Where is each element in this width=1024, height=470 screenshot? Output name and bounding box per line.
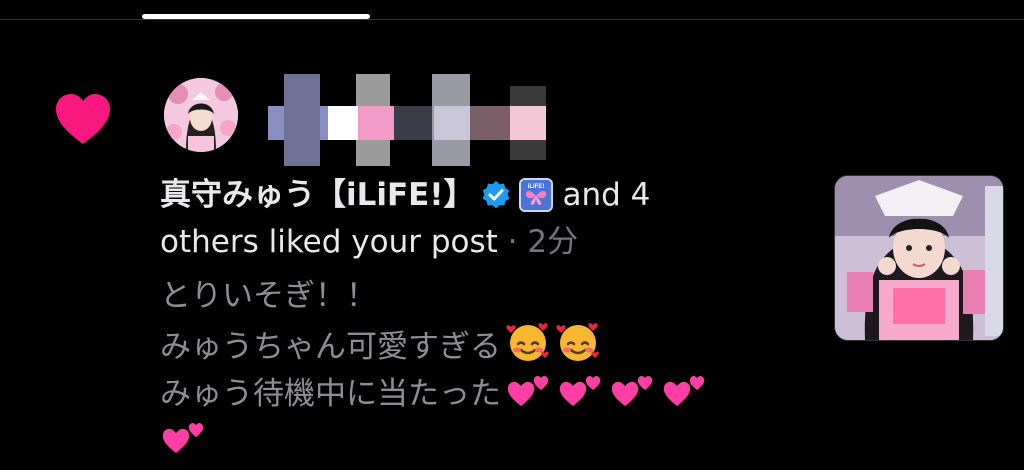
post-line-2: みゅうちゃん可愛すぎる [160, 319, 810, 370]
liked-post-text: others liked your post [160, 224, 498, 260]
heart-icon [56, 94, 110, 144]
like-notification[interactable]: 真守みゅう【iLiFE!】 iLiFE! and 4 others liked … [0, 22, 1024, 470]
liker-name[interactable]: 真守みゅう【iLiFE!】 [160, 172, 475, 218]
scroll-thumb[interactable] [142, 14, 370, 19]
notification-text: 真守みゅう【iLiFE!】 iLiFE! and 4 others liked … [160, 172, 810, 464]
post-line-3-text: みゅう待機中に当たった [160, 376, 501, 412]
post-line-1-text: とりいそぎ！！ [160, 278, 377, 314]
affiliate-badge-icon: iLiFE! [518, 178, 553, 212]
affiliate-badge-label: iLiFE! [527, 184, 544, 190]
scroll-indicator[interactable] [0, 14, 1024, 22]
post-line-1: とりいそぎ！！ [160, 274, 810, 319]
notification-header: 真守みゅう【iLiFE!】 iLiFE! and 4 [160, 172, 810, 218]
smiling-face-with-hearts-icon [556, 323, 599, 361]
two-hearts-icon [611, 375, 653, 406]
post-line-3: みゅう待機中に当たった [160, 370, 810, 417]
two-hearts-icon [663, 375, 705, 406]
separator: · [507, 224, 518, 260]
smiling-face-with-hearts-icon [506, 323, 549, 361]
others-count: and 4 [562, 177, 651, 213]
liker-avatars [160, 58, 560, 168]
avatar[interactable] [164, 78, 238, 152]
post-line-4 [160, 417, 810, 464]
timestamp: 2分 [527, 224, 579, 260]
scroll-track [0, 19, 1024, 20]
two-hearts-icon [162, 422, 204, 453]
post-thumbnail[interactable] [834, 175, 1004, 341]
verified-badge-icon [482, 181, 509, 209]
post-preview[interactable]: とりいそぎ！！ みゅうちゃん可愛すぎる みゅう待機中に当たった [160, 274, 810, 464]
blurred-avatars [268, 74, 546, 166]
post-line-2-text: みゅうちゃん可愛すぎる [160, 329, 501, 365]
two-hearts-icon [559, 375, 601, 406]
notification-subheader: others liked your post · 2分 [160, 218, 810, 266]
two-hearts-icon [507, 375, 549, 406]
